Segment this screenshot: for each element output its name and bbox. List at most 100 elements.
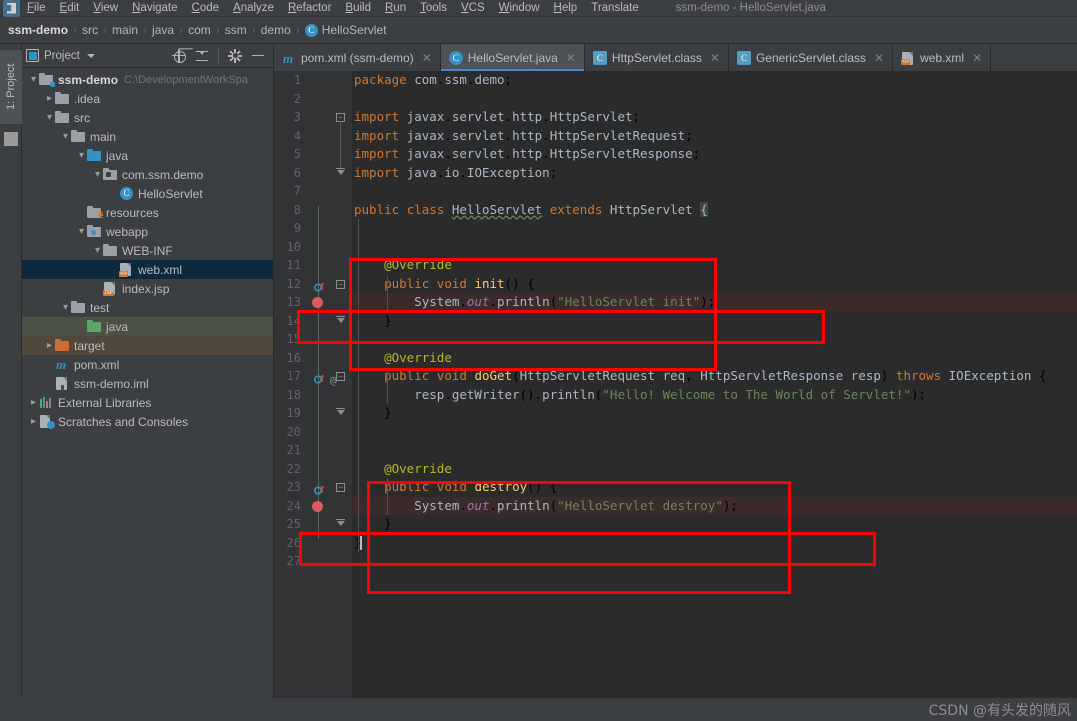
- tree-item-resources[interactable]: resources: [22, 203, 273, 222]
- code-line[interactable]: }: [352, 312, 1077, 331]
- editor-tab-web-xml[interactable]: </> web.xml ✕: [893, 44, 992, 71]
- menu-item-build[interactable]: Build: [338, 0, 378, 17]
- close-icon[interactable]: ✕: [710, 52, 720, 64]
- tree-item-com-ssm-demo[interactable]: ▾ com.ssm.demo: [22, 165, 273, 184]
- chevron-right-icon[interactable]: ▸: [44, 89, 55, 108]
- code-line[interactable]: System.out.println("HelloServlet destroy…: [352, 496, 1077, 515]
- chevron-down-icon[interactable]: ▾: [28, 70, 39, 89]
- override-method-icon[interactable]: [313, 371, 325, 389]
- breadcrumb-item-com[interactable]: com: [188, 23, 211, 37]
- tool-window-button-project[interactable]: 1: Project: [0, 50, 22, 124]
- code-line[interactable]: System.out.println("HelloServlet init");: [352, 293, 1077, 312]
- breadcrumb-item-helloservlet[interactable]: HelloServlet: [322, 23, 387, 37]
- chevron-down-icon[interactable]: ▾: [92, 241, 103, 260]
- chevron-down-icon[interactable]: ▾: [60, 298, 71, 317]
- tree-item-main[interactable]: ▾ main: [22, 127, 273, 146]
- menu-item-vcs[interactable]: VCS: [454, 0, 492, 17]
- gear-icon[interactable]: [228, 48, 242, 63]
- menu-item-analyze[interactable]: Analyze: [226, 0, 281, 17]
- code-line[interactable]: @Override: [352, 256, 1077, 275]
- code-line[interactable]: import javax.servlet.http.HttpServletRes…: [352, 145, 1077, 164]
- breadcrumb-item-main[interactable]: main: [112, 23, 138, 37]
- fold-collapse-init[interactable]: −: [336, 279, 345, 289]
- menu-item-file[interactable]: File: [20, 0, 53, 17]
- editor-tab-pom-xml-ssm-demo[interactable]: m pom.xml (ssm-demo) ✕: [274, 44, 441, 71]
- tree-item-target[interactable]: ▸ target: [22, 336, 273, 355]
- code-line[interactable]: [352, 182, 1077, 201]
- collapse-all-icon[interactable]: [195, 49, 209, 63]
- editor-gutter[interactable]: 1 2 3 4 5 6 7 8 9 10 11 12 13 14 15 16 17 18 19 20 21 22 23 24 2…: [274, 71, 352, 721]
- code-line[interactable]: import java.io.IOException;: [352, 164, 1077, 183]
- close-icon[interactable]: ✕: [566, 52, 576, 64]
- tree-item-idea[interactable]: ▸ .idea: [22, 89, 273, 108]
- code-line[interactable]: }: [352, 404, 1077, 423]
- tree-item-test[interactable]: ▾ test: [22, 298, 273, 317]
- breadcrumb-item-project[interactable]: ssm-demo: [8, 23, 68, 37]
- minimize-icon[interactable]: [251, 49, 265, 63]
- code-line[interactable]: [352, 330, 1077, 349]
- code-line[interactable]: }: [352, 534, 1077, 553]
- code-line[interactable]: public void init() {: [352, 275, 1077, 294]
- breadcrumb-item-src[interactable]: src: [82, 23, 98, 37]
- code-line[interactable]: package com.ssm.demo;: [352, 71, 1077, 90]
- tree-item-external-libraries[interactable]: ▸ External Libraries: [22, 393, 273, 412]
- code-folding-column[interactable]: − − − −: [318, 71, 352, 721]
- editor-tab-helloservlet-java[interactable]: C HelloServlet.java ✕: [440, 44, 585, 71]
- fold-collapse-destroy[interactable]: −: [336, 483, 345, 492]
- override-method-icon[interactable]: [313, 279, 325, 297]
- override-method-icon[interactable]: [313, 482, 325, 500]
- code-line[interactable]: [352, 423, 1077, 442]
- menu-item-window[interactable]: Window: [492, 0, 547, 17]
- editor-tab-genericservlet-class[interactable]: C GenericServlet.class ✕: [728, 44, 894, 71]
- menu-item-edit[interactable]: Edit: [53, 0, 87, 17]
- menu-item-code[interactable]: Code: [185, 0, 227, 17]
- chevron-right-icon[interactable]: ▸: [28, 412, 39, 431]
- code-line[interactable]: [352, 441, 1077, 460]
- tree-item-ssm-demo[interactable]: ▾ ssm-demo C:\DevelopmentWorkSpa: [22, 70, 273, 89]
- breakpoint-icon[interactable]: [312, 500, 323, 512]
- tree-item-web-xml[interactable]: </> web.xml: [22, 260, 273, 279]
- menu-item-view[interactable]: View: [86, 0, 125, 17]
- locate-icon[interactable]: [172, 48, 186, 63]
- code-line[interactable]: [352, 238, 1077, 257]
- tree-item-pom-xml[interactable]: m pom.xml: [22, 355, 273, 374]
- fold-region-end[interactable]: [336, 519, 345, 528]
- code-line[interactable]: public class HelloServlet extends HttpSe…: [352, 201, 1077, 220]
- fold-region-end[interactable]: [336, 316, 345, 325]
- annotation-at-icon[interactable]: @: [330, 371, 337, 389]
- chevron-right-icon[interactable]: ▸: [44, 336, 55, 355]
- chevron-right-icon[interactable]: ▸: [28, 393, 39, 412]
- menu-item-tools[interactable]: Tools: [413, 0, 454, 17]
- menu-item-refactor[interactable]: Refactor: [281, 0, 338, 17]
- tree-item-java[interactable]: java: [22, 317, 273, 336]
- code-line[interactable]: public void destroy() {: [352, 478, 1077, 497]
- chevron-down-icon[interactable]: ▾: [60, 127, 71, 146]
- chevron-down-icon[interactable]: ▾: [76, 146, 87, 165]
- fold-collapse-doget[interactable]: −: [336, 372, 345, 381]
- chevron-down-icon[interactable]: [86, 53, 95, 58]
- tree-item-ssm-demo-iml[interactable]: ssm-demo.iml: [22, 374, 273, 393]
- menu-item-translate[interactable]: Translate: [584, 0, 646, 17]
- menu-item-help[interactable]: Help: [547, 0, 585, 17]
- close-icon[interactable]: ✕: [972, 52, 982, 64]
- code-line[interactable]: [352, 90, 1077, 109]
- code-line[interactable]: }: [352, 515, 1077, 534]
- code-line[interactable]: import javax.servlet.http.HttpServletReq…: [352, 127, 1077, 146]
- tree-item-index-jsp[interactable]: JSP index.jsp: [22, 279, 273, 298]
- chevron-down-icon[interactable]: ▾: [76, 222, 87, 241]
- fold-region-end[interactable]: [336, 408, 345, 417]
- tree-item-java[interactable]: ▾ java: [22, 146, 273, 165]
- close-icon[interactable]: ✕: [874, 52, 884, 64]
- chevron-down-icon[interactable]: ▾: [92, 165, 103, 184]
- tree-item-webapp[interactable]: ▾ webapp: [22, 222, 273, 241]
- code-line[interactable]: resp.getWriter().println("Hello! Welcome…: [352, 386, 1077, 405]
- code-line[interactable]: [352, 552, 1077, 571]
- menu-item-run[interactable]: Run: [378, 0, 413, 17]
- tree-item-helloservlet[interactable]: C HelloServlet: [22, 184, 273, 203]
- close-icon[interactable]: ✕: [422, 52, 432, 64]
- breadcrumb-item-java[interactable]: java: [152, 23, 174, 37]
- breadcrumb-item-ssm[interactable]: ssm: [225, 23, 247, 37]
- code-line[interactable]: [352, 219, 1077, 238]
- editor-body[interactable]: 1 2 3 4 5 6 7 8 9 10 11 12 13 14 15 16 17 18 19 20 21 22 23 24 2…: [274, 71, 1077, 721]
- code-line[interactable]: @Override: [352, 349, 1077, 368]
